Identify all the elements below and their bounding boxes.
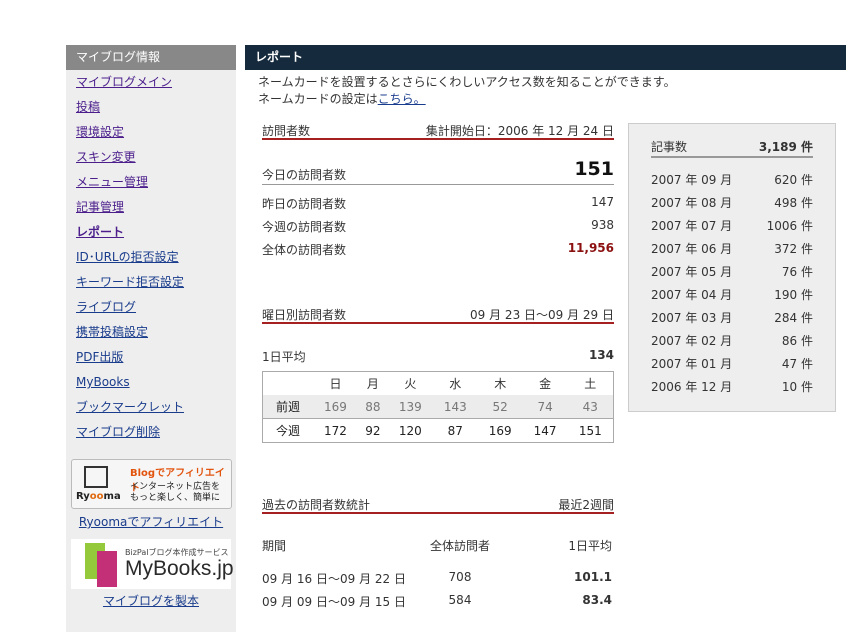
visitors-since: 集計開始日：2006 年 12 月 24 日: [425, 124, 614, 138]
ryooma-logo-icon: [84, 466, 108, 488]
day-header: 金: [522, 371, 568, 395]
week-visitors-row: 今週の訪問者数 938: [262, 218, 614, 234]
sidebar-link-pdf[interactable]: PDF出版: [76, 350, 123, 364]
list-item: 2007 年 07 月 1006 件: [651, 219, 813, 233]
list-item: 2007 年 09 月 620 件: [651, 173, 813, 187]
sidebar-item-bookmarklet: ブックマークレット: [66, 395, 236, 420]
weekday-section-header: 曜日別訪問者数 09 月 23 日～09 月 29 日: [262, 304, 614, 324]
article-count-header: 記事数 3,189 件: [651, 138, 813, 158]
sidebar-link-settings[interactable]: 環境設定: [76, 125, 124, 139]
sidebar: マイブログ情報 マイブログメイン 投稿 環境設定 スキン変更 メニュー管理 記事…: [66, 45, 236, 632]
sidebar-item-pdf: PDF出版: [66, 345, 236, 370]
mybooks-link[interactable]: マイブログを製本: [66, 592, 236, 609]
history-section-header: 過去の訪問者数統計 最近2週間: [262, 494, 614, 514]
visitors-title: 訪問者数: [262, 124, 311, 138]
day-header: 火: [387, 371, 433, 395]
list-item: 2007 年 04 月 190 件: [651, 288, 813, 302]
mybooks-banner[interactable]: BizPalブログ本作成サービス MyBooks.jp: [71, 539, 234, 589]
day-header: 土: [567, 371, 614, 395]
list-item: 2007 年 02 月 86 件: [651, 334, 813, 348]
day-header: 水: [432, 371, 478, 395]
table-row: 今週 172 92 120 87 169 147 151: [262, 418, 614, 443]
sidebar-item-delete-blog: マイブログ削除: [66, 420, 236, 445]
sidebar-item-report: レポート: [66, 220, 236, 245]
sidebar-item-keyword-block: キーワード拒否設定: [66, 270, 236, 295]
list-item: 2006 年 12 月 10 件: [651, 380, 813, 394]
list-item: 2007 年 06 月 372 件: [651, 242, 813, 256]
sidebar-link-articles[interactable]: 記事管理: [76, 200, 124, 214]
sidebar-item-settings: 環境設定: [66, 120, 236, 145]
sidebar-item-articles: 記事管理: [66, 195, 236, 220]
intro-line1: ネームカードを設置するとさらにくわしいアクセス数を知ることができます。: [258, 75, 676, 89]
sidebar-link-report[interactable]: レポート: [76, 225, 124, 239]
book-icon: [97, 551, 117, 587]
sidebar-link-skin[interactable]: スキン変更: [76, 150, 136, 164]
total-visitors-value: 11,956: [567, 241, 614, 255]
visitors-section-header: 訪問者数 集計開始日：2006 年 12 月 24 日: [262, 120, 614, 140]
intro-line2: ネームカードの設定はこちら。: [258, 92, 426, 106]
sidebar-title: マイブログ情報: [66, 45, 236, 70]
sidebar-menu: マイブログメイン 投稿 環境設定 スキン変更 メニュー管理 記事管理 レポート …: [66, 70, 236, 445]
weekday-header-row: 日 月 火 水 木 金 土: [262, 371, 614, 395]
sidebar-link-id-url-block[interactable]: ID･URLの拒否設定: [76, 250, 179, 264]
list-item: 2007 年 08 月 498 件: [651, 196, 813, 210]
total-visitors-row: 全体の訪問者数 11,956: [262, 241, 614, 257]
sidebar-link-bookmarklet[interactable]: ブックマークレット: [76, 400, 184, 414]
weekday-table: 日 月 火 水 木 金 土 前週 169 88 139 143 52 74 43…: [262, 371, 614, 443]
table-row: 09 月 09 日～09 月 15 日 584 83.4: [262, 593, 612, 609]
list-item: 2007 年 01 月 47 件: [651, 357, 813, 371]
sidebar-item-main: マイブログメイン: [66, 70, 236, 95]
today-visitors-value: 151: [574, 158, 614, 180]
sidebar-link-mybooks[interactable]: MyBooks: [76, 375, 130, 389]
ryooma-logo: Ryooma: [76, 491, 121, 502]
sidebar-item-mybooks: MyBooks: [66, 370, 236, 395]
sidebar-item-id-url-block: ID･URLの拒否設定: [66, 245, 236, 270]
sidebar-link-delete-blog[interactable]: マイブログ削除: [76, 425, 160, 439]
ryooma-banner-line3: もっと楽しく、簡単に: [130, 493, 221, 503]
day-header: 月: [357, 371, 388, 395]
sidebar-item-livelog: ライブログ: [66, 295, 236, 320]
sidebar-link-keyword-block[interactable]: キーワード拒否設定: [76, 275, 184, 289]
ryooma-banner[interactable]: Ryooma Blogでアフィリエイト インターネット広告を もっと楽しく、簡単…: [71, 459, 232, 509]
history-header-row: 期間 全体訪問者 1日平均: [262, 539, 612, 553]
yesterday-visitors-row: 昨日の訪問者数 147: [262, 195, 614, 211]
sidebar-item-skin: スキン変更: [66, 145, 236, 170]
mybooks-logo: MyBooks.jp: [125, 557, 234, 580]
sidebar-link-post[interactable]: 投稿: [76, 100, 100, 114]
sidebar-link-menu-manage[interactable]: メニュー管理: [76, 175, 148, 189]
sidebar-item-mobile-post: 携帯投稿設定: [66, 320, 236, 345]
today-visitors-row: 今日の訪問者数 151: [262, 158, 614, 185]
namecard-settings-link[interactable]: こちら。: [378, 92, 426, 106]
day-header: 木: [477, 371, 523, 395]
weekday-average-row: 1日平均 134: [262, 348, 614, 364]
intro-text: ネームカードを設置するとさらにくわしいアクセス数を知ることができます。 ネームカ…: [258, 74, 676, 108]
sidebar-item-post: 投稿: [66, 95, 236, 120]
page-title: レポート: [245, 45, 846, 70]
sidebar-link-livelog[interactable]: ライブログ: [76, 300, 136, 314]
day-header: 日: [313, 371, 358, 395]
table-row: 09 月 16 日～09 月 22 日 708 101.1: [262, 570, 612, 586]
article-count-panel: 記事数 3,189 件 2007 年 09 月 620 件 2007 年 08 月…: [628, 123, 836, 412]
ryooma-link[interactable]: Ryoomaでアフィリエイト: [66, 513, 236, 530]
sidebar-link-mobile-post[interactable]: 携帯投稿設定: [76, 325, 148, 339]
list-item: 2007 年 03 月 284 件: [651, 311, 813, 325]
table-row: 前週 169 88 139 143 52 74 43: [262, 395, 614, 419]
sidebar-item-menu-manage: メニュー管理: [66, 170, 236, 195]
sidebar-link-main[interactable]: マイブログメイン: [76, 75, 172, 89]
list-item: 2007 年 05 月 76 件: [651, 265, 813, 279]
